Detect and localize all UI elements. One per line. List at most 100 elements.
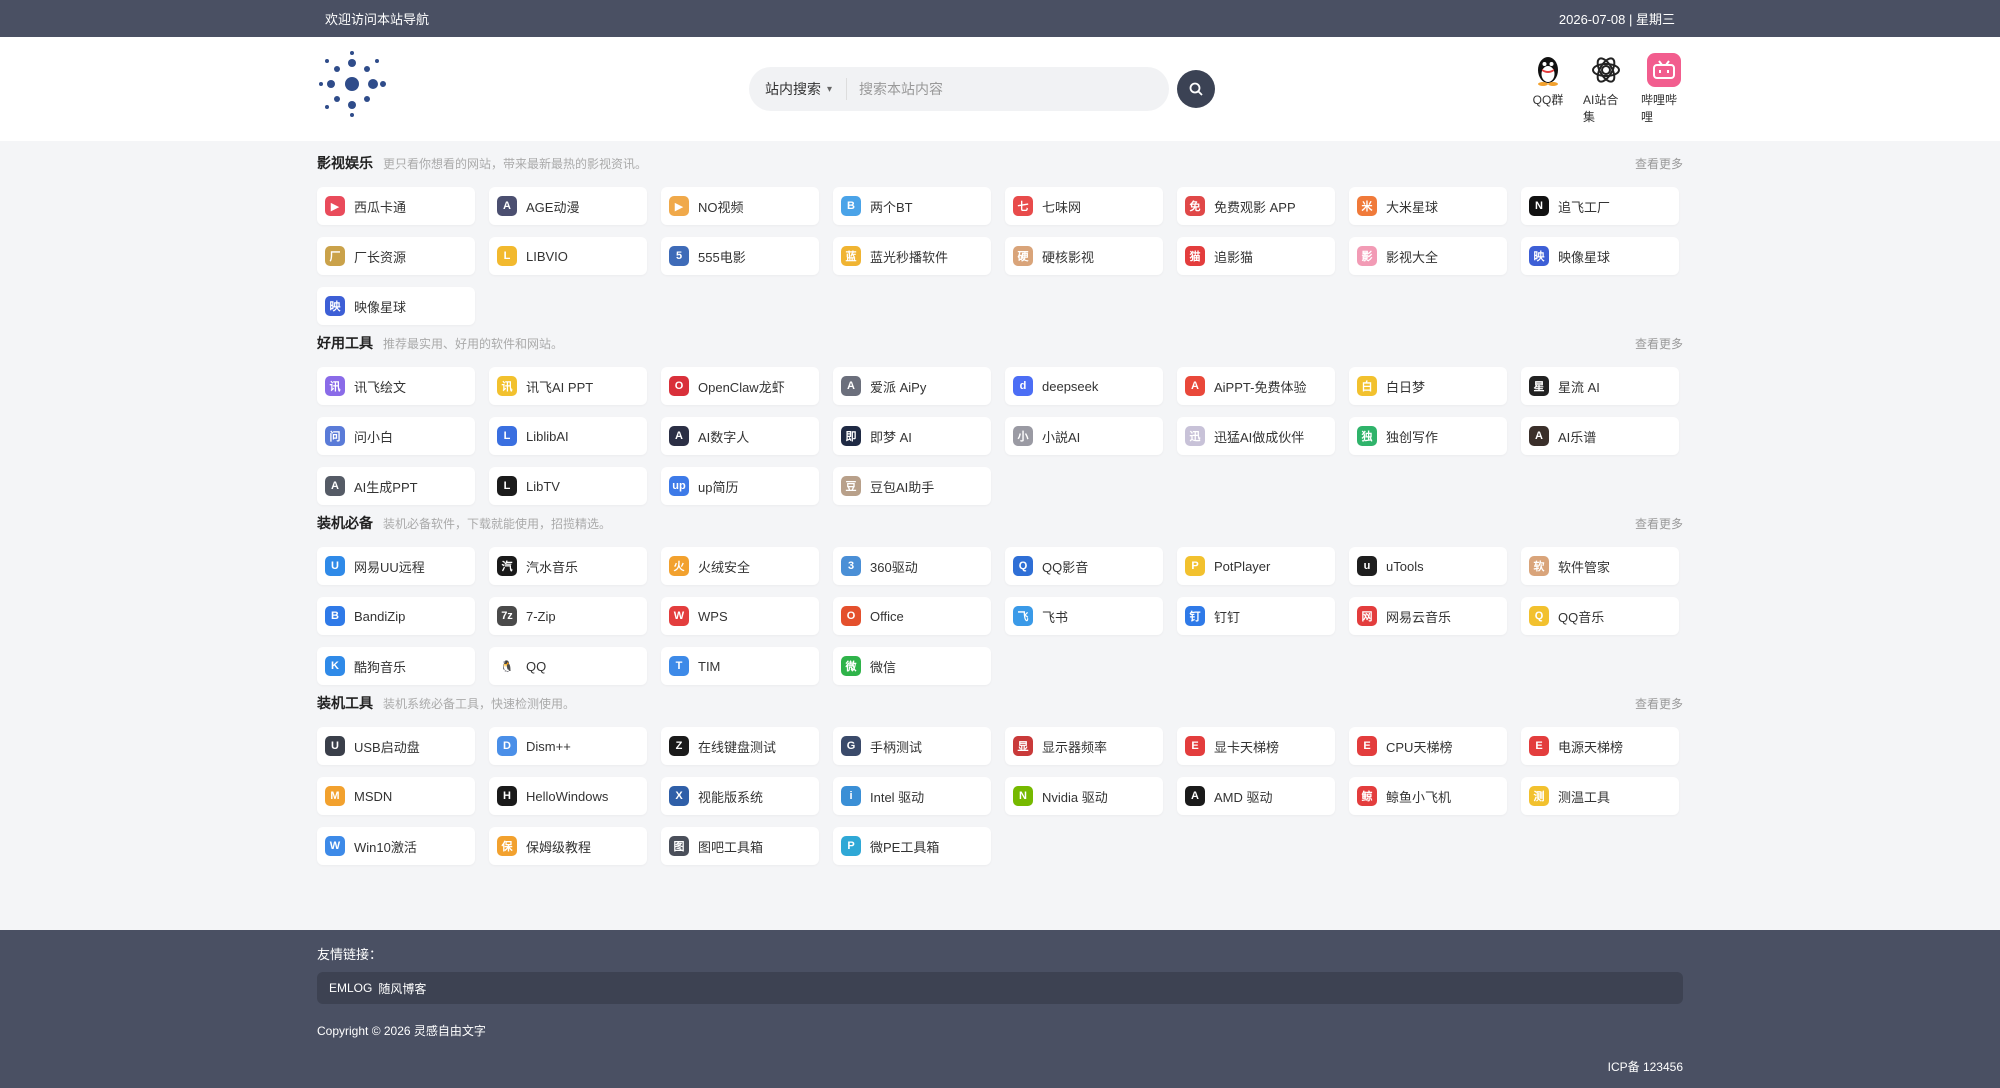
site-card[interactable]: X 视能版系统 — [661, 777, 819, 815]
site-card[interactable]: P PotPlayer — [1177, 547, 1335, 585]
site-card[interactable]: 问问小白 — [317, 417, 475, 455]
site-card[interactable]: ▶ 西瓜卡通 — [317, 187, 475, 225]
view-more-link[interactable]: 查看更多 — [1635, 335, 1683, 352]
site-icon: 7z — [497, 606, 517, 626]
site-card[interactable]: 豆豆包AI助手 — [833, 467, 991, 505]
section-description: 装机系统必备工具，快速检测使用。 — [383, 697, 576, 711]
site-label: 白日梦 — [1386, 379, 1426, 395]
site-card[interactable]: E CPU天梯榜 — [1349, 727, 1507, 765]
site-card[interactable]: N Nvidia 驱动 — [1005, 777, 1163, 815]
site-card[interactable]: A AI乐谱 — [1521, 417, 1679, 455]
site-card[interactable]: 飞飞书 — [1005, 597, 1163, 635]
site-card[interactable]: A AI数字人 — [661, 417, 819, 455]
site-card[interactable]: O OpenClaw龙虾 — [661, 367, 819, 405]
site-card[interactable]: U 网易UU远程 — [317, 547, 475, 585]
site-card[interactable]: 猫追影猫 — [1177, 237, 1335, 275]
site-card[interactable]: up up简历 — [661, 467, 819, 505]
site-label: MSDN — [354, 788, 393, 804]
view-more-link[interactable]: 查看更多 — [1635, 155, 1683, 172]
site-card[interactable]: 钉钉钉 — [1177, 597, 1335, 635]
site-card[interactable]: M MSDN — [317, 777, 475, 815]
site-card[interactable]: U USB启动盘 — [317, 727, 475, 765]
site-card[interactable]: 5 555电影 — [661, 237, 819, 275]
site-card[interactable]: A AiPPT-免费体验 — [1177, 367, 1335, 405]
site-card[interactable]: L LIBVIO — [489, 237, 647, 275]
search-input[interactable] — [847, 81, 1148, 97]
site-card[interactable]: 🐧 QQ — [489, 647, 647, 685]
site-card[interactable]: 白白日梦 — [1349, 367, 1507, 405]
site-card[interactable]: 迅迅猛AI做成伙伴 — [1177, 417, 1335, 455]
site-card[interactable]: 影影视大全 — [1349, 237, 1507, 275]
section-description: 装机必备软件，下载就能使用，招揽精选。 — [383, 517, 612, 531]
site-card[interactable]: 微微信 — [833, 647, 991, 685]
site-card[interactable]: 图图吧工具箱 — [661, 827, 819, 865]
site-card[interactable]: 硬硬核影视 — [1005, 237, 1163, 275]
quick-link-ai-sites[interactable]: AI站合集 — [1583, 53, 1629, 125]
site-icon: 测 — [1529, 786, 1549, 806]
site-card[interactable]: 汽汽水音乐 — [489, 547, 647, 585]
quick-link-bilibili[interactable]: 哔哩哔哩 — [1641, 53, 1687, 125]
search-scope-select[interactable]: 站内搜索 ▾ — [765, 78, 848, 100]
site-card[interactable]: 星星流 AI — [1521, 367, 1679, 405]
site-card[interactable]: H HelloWindows — [489, 777, 647, 815]
site-card[interactable]: B 两个BT — [833, 187, 991, 225]
site-card[interactable]: 讯讯飞绘文 — [317, 367, 475, 405]
site-card[interactable]: 映映像星球 — [1521, 237, 1679, 275]
quick-link-qq-group[interactable]: QQ群 — [1525, 53, 1571, 125]
site-card[interactable]: N 追飞工厂 — [1521, 187, 1679, 225]
site-card[interactable]: 七七味网 — [1005, 187, 1163, 225]
site-card[interactable]: 测测温工具 — [1521, 777, 1679, 815]
site-card[interactable]: L LibTV — [489, 467, 647, 505]
site-card[interactable]: E 电源天梯榜 — [1521, 727, 1679, 765]
site-card[interactable]: 显显示器频率 — [1005, 727, 1163, 765]
site-card[interactable]: d deepseek — [1005, 367, 1163, 405]
site-card[interactable]: 7z 7-Zip — [489, 597, 647, 635]
site-card[interactable]: 3 360驱动 — [833, 547, 991, 585]
site-card[interactable]: O Office — [833, 597, 991, 635]
site-card[interactable]: 小小説AI — [1005, 417, 1163, 455]
site-card[interactable]: 火火绒安全 — [661, 547, 819, 585]
view-more-link[interactable]: 查看更多 — [1635, 695, 1683, 712]
site-card[interactable]: 软软件管家 — [1521, 547, 1679, 585]
site-card[interactable]: 即即梦 AI — [833, 417, 991, 455]
site-label: 星流 AI — [1558, 379, 1600, 395]
site-card[interactable]: A 爱派 AiPy — [833, 367, 991, 405]
site-card[interactable]: P 微PE工具箱 — [833, 827, 991, 865]
site-card[interactable]: 讯讯飞AI PPT — [489, 367, 647, 405]
site-card[interactable]: W WPS — [661, 597, 819, 635]
site-card[interactable]: Z 在线键盘测试 — [661, 727, 819, 765]
site-card[interactable]: 鲸鲸鱼小飞机 — [1349, 777, 1507, 815]
site-card[interactable]: i Intel 驱动 — [833, 777, 991, 815]
site-card[interactable]: A AI生成PPT — [317, 467, 475, 505]
site-card[interactable]: ▶ NO视频 — [661, 187, 819, 225]
site-card[interactable]: Q QQ音乐 — [1521, 597, 1679, 635]
site-card[interactable]: L LiblibAI — [489, 417, 647, 455]
site-card[interactable]: 独独创写作 — [1349, 417, 1507, 455]
icp-number[interactable]: ICP备 123456 — [1608, 1058, 1683, 1075]
friend-link[interactable]: 随风博客 — [378, 980, 426, 997]
nav-section: 装机必备 装机必备软件，下载就能使用，招揽精选。 查看更多 U 网易UU远程汽汽水音乐火… — [317, 513, 1683, 685]
site-card[interactable]: u uTools — [1349, 547, 1507, 585]
site-card[interactable]: W Win10激活 — [317, 827, 475, 865]
site-card[interactable]: 厂厂长资源 — [317, 237, 475, 275]
view-more-link[interactable]: 查看更多 — [1635, 515, 1683, 532]
site-card[interactable]: 保保姆级教程 — [489, 827, 647, 865]
site-card[interactable]: 蓝蓝光秒播软件 — [833, 237, 991, 275]
site-card[interactable]: 网网易云音乐 — [1349, 597, 1507, 635]
site-card[interactable]: G 手柄测试 — [833, 727, 991, 765]
site-card[interactable]: 免免费观影 APP — [1177, 187, 1335, 225]
friend-link[interactable]: EMLOG — [329, 981, 372, 995]
site-logo[interactable] — [317, 49, 397, 129]
site-card[interactable]: 映映像星球 — [317, 287, 475, 325]
site-card[interactable]: D Dism++ — [489, 727, 647, 765]
site-card[interactable]: 米大米星球 — [1349, 187, 1507, 225]
site-card[interactable]: B BandiZip — [317, 597, 475, 635]
site-card[interactable]: A AGE动漫 — [489, 187, 647, 225]
site-card[interactable]: A AMD 驱动 — [1177, 777, 1335, 815]
search-button[interactable] — [1177, 70, 1215, 108]
site-card[interactable]: T TIM — [661, 647, 819, 685]
site-card[interactable]: E 显卡天梯榜 — [1177, 727, 1335, 765]
site-card[interactable]: Q QQ影音 — [1005, 547, 1163, 585]
site-card[interactable]: K 酷狗音乐 — [317, 647, 475, 685]
nav-section: 装机工具 装机系统必备工具，快速检测使用。 查看更多 U USB启动盘 D Dism++ Z 在… — [317, 693, 1683, 865]
